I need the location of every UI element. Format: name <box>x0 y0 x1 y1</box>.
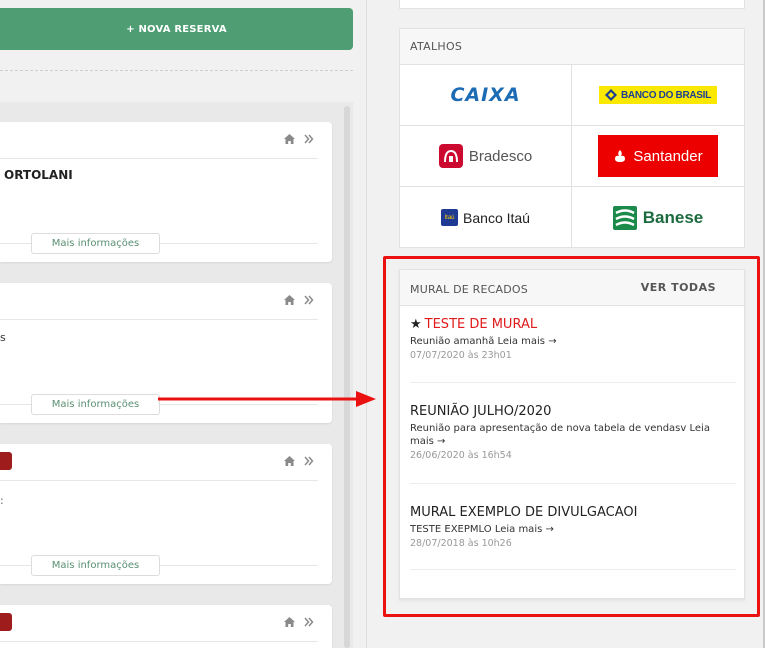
divider <box>410 483 736 484</box>
post-date: 28/07/2018 às 10h26 <box>410 538 512 549</box>
more-info-button[interactable]: Mais informações <box>31 394 160 415</box>
shortcut-bradesco[interactable]: Bradesco <box>400 126 572 187</box>
list-scrollbar[interactable] <box>344 106 350 648</box>
divider <box>410 569 736 570</box>
more-info-button[interactable]: Mais informações <box>31 233 160 254</box>
reservations-column: + NOVA RESERVA ORTOLANI Mais informações <box>0 0 366 648</box>
shortcut-banese[interactable]: Banese <box>572 187 744 248</box>
view-all-link[interactable]: VER TODAS <box>641 281 716 294</box>
divider <box>410 382 736 383</box>
reservation-card <box>0 605 332 648</box>
message-post[interactable]: REUNIÃO JULHO/2020 Reunião para apresent… <box>410 404 736 461</box>
reservation-card: : Mais informações <box>0 444 332 584</box>
shortcuts-title: ATALHOS <box>400 29 744 65</box>
double-chevron-right-icon[interactable] <box>304 455 314 467</box>
double-chevron-right-icon[interactable] <box>304 133 314 145</box>
home-icon[interactable] <box>283 455 296 467</box>
reservation-card: ORTOLANI Mais informações <box>0 122 332 262</box>
card-title: ORTOLANI <box>4 168 73 182</box>
bank-grid: CAIXA BANCO DO BRASIL Bradesco Santander… <box>400 65 744 248</box>
shortcuts-widget: ATALHOS CAIXA BANCO DO BRASIL Bradesco S… <box>399 28 745 248</box>
post-title: MURAL EXEMPLO DE DIVULGACAOI <box>410 505 638 520</box>
banco-do-brasil-logo: BANCO DO BRASIL <box>599 86 717 104</box>
home-icon[interactable] <box>283 294 296 306</box>
double-chevron-right-icon[interactable] <box>304 616 314 628</box>
message-board-widget: MURAL DE RECADOS VER TODAS ★ TESTE DE MU… <box>399 269 745 599</box>
post-date: 26/06/2020 às 16h54 <box>410 450 512 461</box>
card-header <box>0 283 318 320</box>
more-info-button[interactable]: Mais informações <box>31 555 160 576</box>
previous-widget <box>399 0 745 9</box>
santander-logo: Santander <box>598 135 718 177</box>
card-header <box>0 444 318 481</box>
post-date: 07/07/2020 às 23h01 <box>410 350 512 361</box>
star-icon: ★ <box>410 317 422 332</box>
home-icon[interactable] <box>283 133 296 145</box>
bradesco-mark-icon <box>438 144 463 168</box>
new-reservation-button[interactable]: + NOVA RESERVA <box>0 8 353 50</box>
bradesco-logo: Bradesco <box>438 144 532 168</box>
card-header <box>0 605 318 642</box>
sidebar-column: ATALHOS CAIXA BANCO DO BRASIL Bradesco S… <box>366 0 765 648</box>
post-title: REUNIÃO JULHO/2020 <box>410 404 552 419</box>
shortcut-banco-do-brasil[interactable]: BANCO DO BRASIL <box>572 65 744 126</box>
divider <box>0 70 353 71</box>
flame-icon <box>615 150 626 162</box>
post-body: Reunião para apresentação de nova tabela… <box>410 423 710 447</box>
card-header <box>0 122 318 159</box>
card-subtitle: s <box>0 331 6 344</box>
reservation-list: ORTOLANI Mais informações s Mais informa… <box>0 102 353 648</box>
caixa-logo: CAIXA <box>450 84 521 106</box>
home-icon[interactable] <box>283 616 296 628</box>
itau-logo: Itaú Banco Itaú <box>441 209 530 226</box>
post-title: ★ TESTE DE MURAL <box>410 317 538 332</box>
message-board-title: MURAL DE RECADOS <box>410 283 528 296</box>
message-post[interactable]: MURAL EXEMPLO DE DIVULGACAOI TESTE EXEPM… <box>410 505 736 549</box>
shortcut-caixa[interactable]: CAIXA <box>400 65 572 126</box>
shortcut-itau[interactable]: Itaú Banco Itaú <box>400 187 572 248</box>
banese-mark-icon <box>612 205 637 230</box>
itau-mark-icon: Itaú <box>441 209 459 226</box>
read-more-link[interactable]: Leia mais → <box>498 336 557 347</box>
card-subtitle: : <box>0 494 4 507</box>
post-body: TESTE EXEPMLO Leia mais → <box>410 524 554 535</box>
banese-logo: Banese <box>612 205 703 230</box>
shortcut-santander[interactable]: Santander <box>572 126 744 187</box>
message-post[interactable]: ★ TESTE DE MURAL Reunião amanhã Leia mai… <box>410 317 736 361</box>
post-body: Reunião amanhã Leia mais → <box>410 336 557 347</box>
bb-mark-icon <box>605 89 618 101</box>
message-board-header: MURAL DE RECADOS VER TODAS <box>400 270 744 306</box>
reservation-card: s Mais informações <box>0 283 332 423</box>
double-chevron-right-icon[interactable] <box>304 294 314 306</box>
read-more-link[interactable]: Leia mais → <box>495 524 554 535</box>
